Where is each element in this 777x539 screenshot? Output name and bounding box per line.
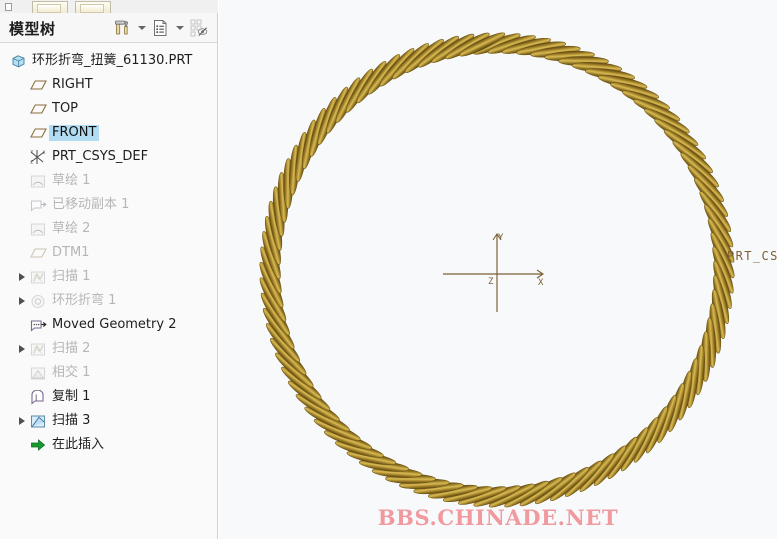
window-corner-marker	[5, 3, 12, 11]
tree-item-sketch-1[interactable]: 草绘 1	[0, 169, 217, 193]
svg-text:X: X	[43, 150, 46, 156]
application-window: 模型树 环形折弯_扭簧_61130.PRT RIGHT TOP FRONT Y …	[0, 0, 777, 539]
settings-tools-icon[interactable]	[112, 17, 133, 39]
sketch-icon	[29, 220, 47, 238]
tree-item-label: PRT_CSYS_DEF	[52, 149, 149, 164]
watermark: BBS.CHINADE.NET	[377, 505, 619, 530]
model-tree-toolbar	[112, 15, 209, 40]
expand-arrow-icon[interactable]	[17, 289, 27, 313]
coordinate-system-icon: Y Z X	[29, 148, 47, 166]
insert-here-arrow-icon	[29, 436, 47, 454]
tree-item-sweep-3[interactable]: 扫描 3	[0, 409, 217, 433]
svg-text:X: X	[538, 278, 544, 288]
model-tree-header: 模型树	[0, 13, 217, 43]
tree-item-label: 扫描 3	[52, 413, 91, 428]
moved-copy-icon	[29, 316, 47, 334]
tree-item-label: 扫描 1	[52, 269, 91, 284]
expand-arrow-icon[interactable]	[17, 265, 27, 289]
moved-copy-icon	[29, 196, 47, 214]
window-tab-strip	[0, 0, 218, 14]
tree-item-label: 草绘 1	[52, 173, 91, 188]
intersect-icon	[29, 364, 47, 382]
tree-item-label: 复制 1	[52, 389, 91, 404]
datum-plane-icon	[29, 244, 47, 262]
sweep-icon	[29, 268, 47, 286]
tree-item-label: 扫描 2	[52, 341, 91, 356]
tree-item-sweep-1[interactable]: 扫描 1	[0, 265, 217, 289]
csys-label: PRT_CSYS_DEF	[727, 249, 777, 263]
document-tab-1-icon	[37, 4, 61, 13]
svg-text:Y: Y	[498, 233, 504, 243]
svg-text:Z: Z	[488, 277, 494, 287]
svg-text:Z: Z	[30, 160, 33, 165]
sweep-icon	[29, 412, 47, 430]
datum-plane-icon	[29, 76, 47, 94]
tree-item-sketch-2[interactable]: 草绘 2	[0, 217, 217, 241]
tree-item-copy-1[interactable]: 复制 1	[0, 385, 217, 409]
part-box-icon	[9, 52, 27, 70]
expand-arrow-icon[interactable]	[17, 337, 27, 361]
tree-item-label: FRONT	[49, 125, 100, 141]
tree-item-moved-geometry-2[interactable]: Moved Geometry 2	[0, 313, 217, 337]
tree-item-top[interactable]: TOP	[0, 97, 217, 121]
expand-arrow-icon[interactable]	[17, 409, 27, 433]
settings-chevron-down-icon[interactable]	[135, 17, 148, 39]
tree-item-label: 已移动副本 1	[52, 197, 130, 212]
tree-item-toroidal-bend-1[interactable]: 环形折弯 1	[0, 289, 217, 313]
coordinate-system-triad: Y Z X	[443, 233, 544, 312]
page-title: 模型树	[9, 20, 56, 38]
hide-items-icon[interactable]	[188, 17, 209, 39]
document-tab-2-icon	[80, 4, 104, 13]
datum-plane-icon	[29, 100, 47, 118]
model-tree-panel: 模型树 环形折弯_扭簧_61130.PRT RIGHT TOP FRONT Y …	[0, 13, 218, 539]
tree-item-csys[interactable]: Y Z X PRT_CSYS_DEF	[0, 145, 217, 169]
list-document-icon[interactable]	[150, 17, 171, 39]
tree-item-moved-copy-1[interactable]: 已移动副本 1	[0, 193, 217, 217]
svg-text:Y: Y	[30, 149, 34, 155]
graphics-viewport[interactable]: Y Z X PRT_CSYS_DEF BBS.CHINADE.NET	[219, 0, 777, 539]
datum-plane-icon	[29, 124, 47, 142]
tree-item-label: 环形折弯 1	[52, 293, 117, 308]
tree-item-intersect-1[interactable]: 相交 1	[0, 361, 217, 385]
tree-item-label: 环形折弯_扭簧_61130.PRT	[32, 53, 193, 68]
sweep-icon	[29, 340, 47, 358]
tree-item-part[interactable]: 环形折弯_扭簧_61130.PRT	[0, 49, 217, 73]
display-chevron-down-icon[interactable]	[173, 17, 186, 39]
copy-geometry-icon	[29, 388, 47, 406]
sketch-icon	[29, 172, 47, 190]
tree-item-insert-here[interactable]: 在此插入	[0, 433, 217, 457]
tree-item-right[interactable]: RIGHT	[0, 73, 217, 97]
tree-item-label: 相交 1	[52, 365, 91, 380]
tree-item-front[interactable]: FRONT	[0, 121, 217, 145]
model-tree-list[interactable]: 环形折弯_扭簧_61130.PRT RIGHT TOP FRONT Y Z X …	[0, 43, 217, 539]
tree-item-sweep-2[interactable]: 扫描 2	[0, 337, 217, 361]
tree-item-label: RIGHT	[52, 77, 93, 92]
tree-item-label: 草绘 2	[52, 221, 91, 236]
tree-item-label: TOP	[52, 101, 79, 116]
tree-item-label: Moved Geometry 2	[52, 317, 177, 332]
tree-item-label: 在此插入	[52, 437, 105, 452]
tree-item-dtm1[interactable]: DTM1	[0, 241, 217, 265]
tree-item-label: DTM1	[52, 245, 90, 260]
toroidal-bend-icon	[29, 292, 47, 310]
